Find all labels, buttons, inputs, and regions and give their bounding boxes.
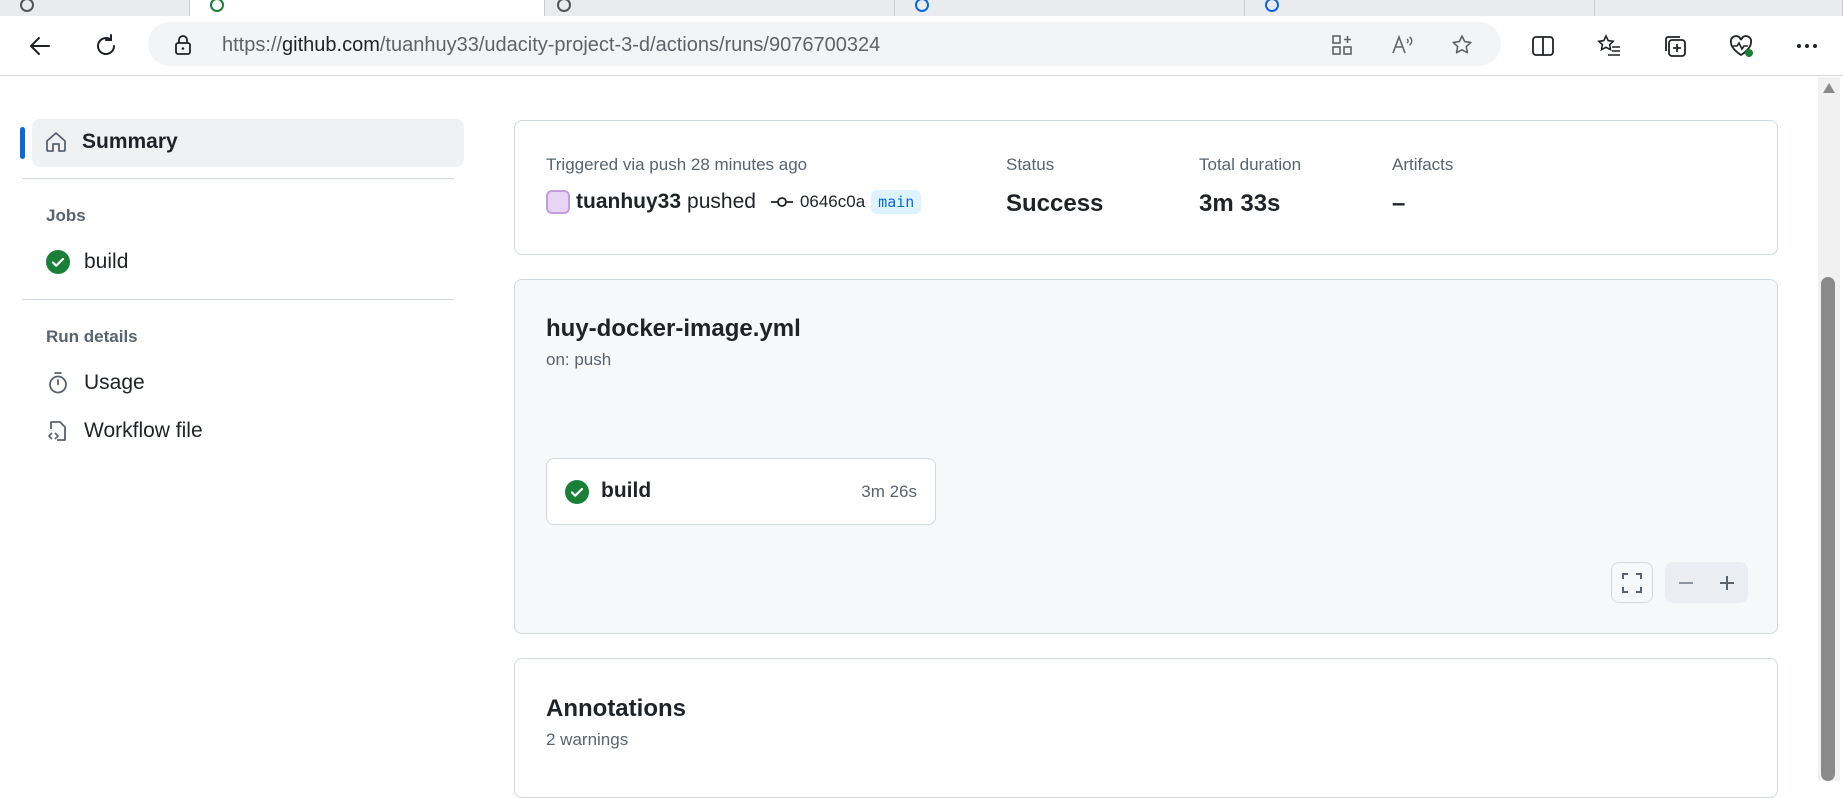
tab-1[interactable] — [0, 0, 190, 16]
browser-toolbar: https://github.com/tuanhuy33/udacity-pro… — [0, 16, 1843, 76]
lock-icon — [175, 35, 191, 55]
stopwatch-icon — [49, 372, 67, 394]
sidebar-item-label: Workflow file — [84, 419, 203, 442]
annotations-title: Annotations — [546, 695, 686, 722]
split-screen-icon[interactable] — [1530, 33, 1556, 59]
refresh-button[interactable] — [90, 30, 122, 62]
check-circle-icon — [46, 250, 70, 274]
check-circle-icon — [565, 480, 589, 504]
zoom-out-button[interactable] — [1666, 574, 1707, 592]
page-scrollbar[interactable] — [1818, 77, 1840, 781]
job-name: build — [601, 479, 652, 502]
favorite-star-icon[interactable] — [1450, 33, 1474, 57]
app-available-icon[interactable] — [1330, 33, 1354, 57]
duration-value: 3m 33s — [1199, 190, 1281, 217]
annotations-subtitle: 2 warnings — [546, 730, 629, 749]
workflow-file-name[interactable]: huy-docker-image.yml — [546, 315, 801, 343]
zoom-in-button[interactable] — [1707, 574, 1748, 592]
triggered-text: Triggered via push 28 minutes ago — [546, 155, 808, 174]
job-duration: 3m 26s — [861, 482, 917, 501]
duration-label: Total duration — [1199, 155, 1302, 174]
actor-link[interactable]: tuanhuy33 — [576, 190, 681, 214]
status-label: Status — [1006, 155, 1055, 174]
read-aloud-icon[interactable] — [1390, 33, 1414, 57]
action-text: pushed — [687, 190, 756, 213]
tab-4[interactable] — [895, 0, 1245, 16]
file-code-icon — [47, 421, 66, 441]
run-details-heading: Run details — [46, 327, 138, 346]
zoom-controls — [1665, 562, 1748, 603]
workflow-trigger: on: push — [546, 350, 612, 369]
tab-6[interactable] — [1595, 0, 1843, 16]
plus-icon — [1720, 575, 1734, 590]
sidebar-item-build[interactable]: build — [46, 250, 128, 274]
job-node-build[interactable]: build 3m 26s — [546, 458, 936, 525]
run-summary-card: Triggered via push 28 minutes ago tuanhu… — [514, 120, 1778, 255]
tab-5[interactable] — [1245, 0, 1595, 16]
tab-3[interactable] — [545, 0, 895, 16]
browser-tab-strip — [0, 0, 1843, 16]
minus-icon — [1679, 581, 1693, 584]
sidebar-item-label: Usage — [84, 371, 145, 394]
status-value: Success — [1006, 190, 1104, 217]
tab-active[interactable] — [190, 0, 545, 16]
more-menu-icon[interactable] — [1794, 33, 1820, 59]
home-icon — [46, 132, 66, 152]
back-button[interactable] — [24, 30, 56, 62]
divider — [22, 299, 454, 300]
commit-sha-link[interactable]: 0646c0a — [800, 192, 865, 212]
summary-row: Summary — [44, 130, 178, 154]
page-content: Summary Jobs build Run details Usage Wor… — [0, 77, 1843, 798]
fullscreen-icon — [1622, 572, 1642, 593]
divider — [22, 178, 454, 179]
artifacts-label: Artifacts — [1392, 155, 1454, 174]
sidebar-item-label: Summary — [82, 130, 178, 153]
collections-icon[interactable] — [1662, 33, 1688, 59]
back-arrow-icon — [30, 37, 50, 55]
sidebar-item-summary[interactable]: Summary — [20, 119, 464, 167]
scroll-up-arrow-icon[interactable] — [1821, 81, 1837, 95]
avatar[interactable] — [546, 190, 570, 214]
sidebar-item-label: build — [84, 250, 129, 273]
push-info: tuanhuy33 pushed 0646c0a main — [546, 190, 922, 214]
address-bar[interactable]: https://github.com/tuanhuy33/udacity-pro… — [148, 22, 1501, 66]
jobs-heading: Jobs — [46, 206, 86, 225]
browser-essentials-icon[interactable] — [1728, 33, 1754, 59]
branch-badge[interactable]: main — [871, 190, 922, 214]
sidebar-item-usage[interactable]: Usage — [46, 371, 145, 395]
commit-icon — [770, 197, 793, 207]
active-indicator — [20, 127, 25, 159]
workflow-graph-card: huy-docker-image.yml on: push build 3m 2… — [514, 279, 1778, 634]
fullscreen-button[interactable] — [1611, 562, 1653, 603]
sidebar-item-workflow-file[interactable]: Workflow file — [46, 419, 203, 443]
favorites-icon[interactable] — [1596, 33, 1622, 59]
refresh-icon — [97, 34, 116, 55]
artifacts-value: – — [1392, 190, 1406, 217]
url-text: https://github.com/tuanhuy33/udacity-pro… — [222, 34, 881, 56]
scrollbar-thumb[interactable] — [1821, 277, 1835, 781]
annotations-card: Annotations 2 warnings — [514, 658, 1778, 798]
